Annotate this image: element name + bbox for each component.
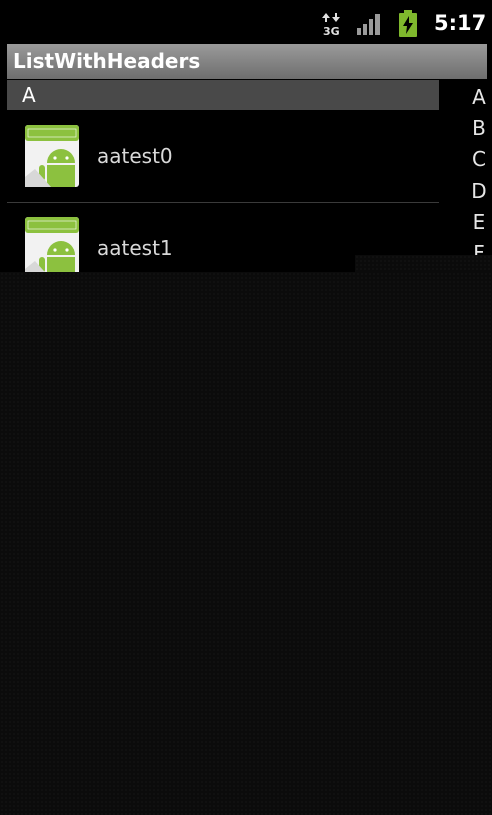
index-letter-c[interactable]: C	[439, 147, 492, 171]
index-letter-b[interactable]: B	[439, 116, 492, 140]
status-time: 5:17	[434, 11, 487, 35]
list-item-label: aatest0	[97, 144, 173, 168]
alphabet-index[interactable]: A B C D E F	[439, 80, 492, 258]
title-bar: ListWithHeaders	[7, 44, 487, 79]
app-title: ListWithHeaders	[13, 49, 201, 73]
empty-background	[355, 255, 492, 272]
index-letter-a[interactable]: A	[439, 85, 492, 109]
svg-text:3G: 3G	[323, 25, 340, 36]
screen: 3G 5:17 ListWithHeaders A aatest0 aatest…	[0, 0, 492, 815]
android-app-icon	[25, 125, 79, 187]
signal-icon	[357, 14, 380, 35]
section-header-label: A	[22, 83, 36, 107]
index-letter-d[interactable]: D	[439, 179, 492, 203]
status-bar: 3G 5:17	[0, 0, 492, 44]
battery-charging-icon	[399, 10, 417, 37]
list-item[interactable]: aatest0	[7, 110, 439, 202]
list-item-label: aatest1	[97, 236, 173, 260]
index-letter-e[interactable]: E	[439, 210, 492, 234]
section-header: A	[7, 80, 439, 110]
network-3g-icon: 3G	[322, 13, 340, 36]
list-view[interactable]: A aatest0 aatest1	[7, 80, 439, 272]
android-app-icon	[25, 217, 79, 272]
empty-background	[0, 272, 492, 815]
